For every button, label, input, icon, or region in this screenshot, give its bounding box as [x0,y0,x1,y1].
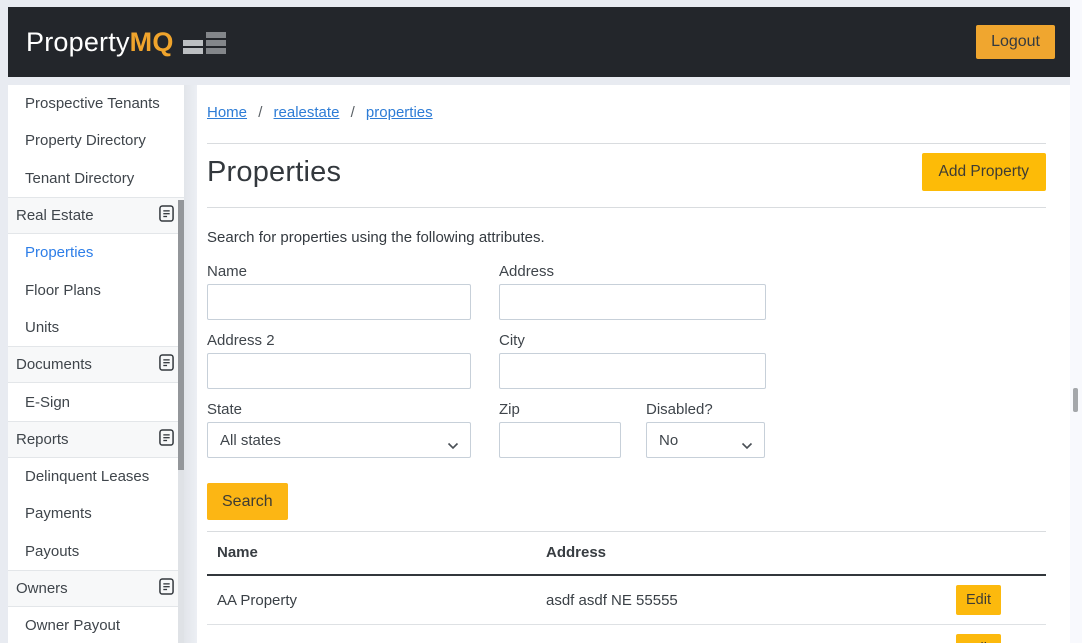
chevron-down-icon [741,437,753,454]
logout-button[interactable]: Logout [976,25,1055,59]
page-title: Properties [207,156,341,189]
file-text-icon [159,578,174,599]
sidebar-item-e-sign[interactable]: E-Sign [8,383,184,420]
table-row: AZ Property asdf asdf NE 55555 Edit [207,625,1046,643]
city-field[interactable] [499,353,766,389]
intro-text: Search for properties using the followin… [207,229,1046,246]
breadcrumb: Home / realestate / properties [207,104,1046,121]
search-form: Name Address Address 2 City [207,263,1046,458]
property-name-cell: AZ Property [207,625,536,643]
sidebar-item-units[interactable]: Units [8,309,184,346]
zip-field[interactable] [499,422,621,458]
file-text-icon [159,429,174,450]
brand-logo[interactable]: PropertyMQ [26,26,229,59]
file-text-icon [159,205,174,226]
sidebar-item-floor-plans[interactable]: Floor Plans [8,271,184,308]
page-scrollbar-thumb[interactable] [1073,388,1078,412]
breadcrumb-link-home[interactable]: Home [207,104,247,121]
breadcrumb-link-properties[interactable]: properties [366,104,433,121]
chevron-down-icon [447,437,459,454]
sidebar-section-documents[interactable]: Documents [8,346,184,383]
edit-button[interactable]: Edit [956,585,1001,615]
brand-name: PropertyMQ [26,27,174,58]
zip-label: Zip [499,401,621,418]
disabled-label: Disabled? [646,401,765,418]
edit-button[interactable]: Edit [956,634,1001,643]
table-row: AA Property asdf asdf NE 55555 Edit [207,575,1046,625]
sidebar-item-property-directory[interactable]: Property Directory [8,122,184,159]
sidebar-item-tenant-directory[interactable]: Tenant Directory [8,160,184,197]
add-property-button[interactable]: Add Property [922,153,1046,191]
logo-bars-icon [183,32,229,59]
top-header: PropertyMQ Logout [8,7,1070,77]
file-text-icon [159,354,174,375]
table-header-name: Name [207,532,536,576]
page-scrollbar[interactable] [1070,0,1082,643]
sidebar-section-owners[interactable]: Owners [8,570,184,607]
sidebar-item-prospective-tenants[interactable]: Prospective Tenants [8,85,184,122]
sidebar-main-divider [184,85,197,643]
address2-field[interactable] [207,353,471,389]
sidebar-section-real-estate[interactable]: Real Estate [8,197,184,234]
address2-label: Address 2 [207,332,471,349]
state-label: State [207,401,471,418]
sidebar-scrollbar-thumb[interactable] [178,200,184,470]
table-header-address: Address [536,532,914,576]
divider [207,207,1046,208]
property-address-cell: asdf asdf NE 55555 [536,625,914,643]
sidebar-item-owner-payout[interactable]: Owner Payout [8,607,184,643]
app-viewport: PropertyMQ Logout Prospective Tenants Pr [0,0,1082,643]
table-header-actions [914,532,1046,576]
search-button[interactable]: Search [207,483,288,520]
state-select[interactable]: All states [207,422,471,458]
sidebar: Prospective Tenants Property Directory T… [8,85,184,643]
city-label: City [499,332,766,349]
name-field[interactable] [207,284,471,320]
name-label: Name [207,263,471,280]
main-content: Home / realestate / properties Propertie… [197,85,1070,643]
divider [207,143,1046,144]
sidebar-item-payouts[interactable]: Payouts [8,533,184,570]
address-field[interactable] [499,284,766,320]
breadcrumb-separator: / [351,104,355,121]
breadcrumb-link-realestate[interactable]: realestate [274,104,340,121]
breadcrumb-separator: / [258,104,262,121]
sidebar-item-delinquent-leases[interactable]: Delinquent Leases [8,458,184,495]
properties-table: Name Address AA Property asdf asdf NE 55… [207,531,1046,643]
sidebar-item-payments[interactable]: Payments [8,495,184,532]
sidebar-section-reports[interactable]: Reports [8,421,184,458]
property-name-cell: AA Property [207,575,536,625]
sidebar-item-properties[interactable]: Properties [8,234,184,271]
disabled-select[interactable]: No [646,422,765,458]
property-address-cell: asdf asdf NE 55555 [536,575,914,625]
address-label: Address [499,263,766,280]
